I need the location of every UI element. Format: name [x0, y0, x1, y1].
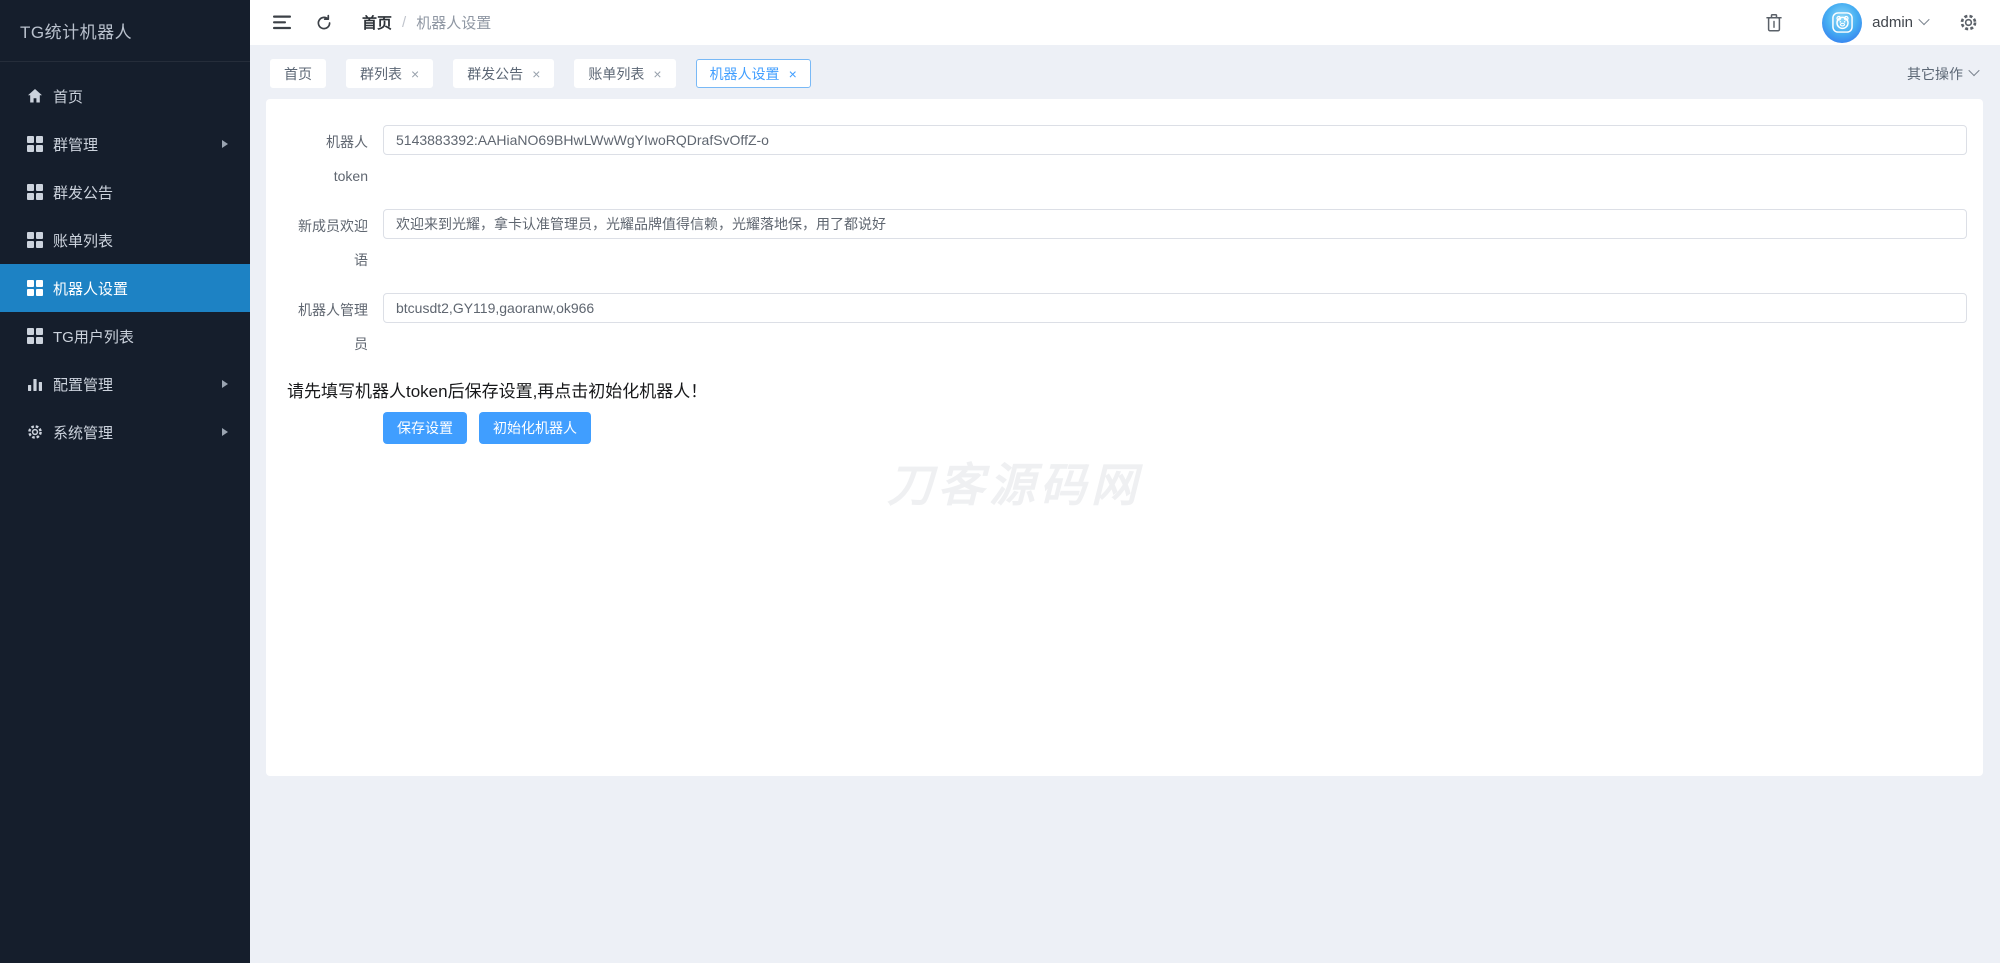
arrow-right-icon [222, 428, 228, 436]
more-actions-dropdown[interactable]: 其它操作 [1907, 59, 1978, 88]
grid-icon [27, 280, 43, 296]
sidebar-item-broadcast[interactable]: 群发公告 [0, 168, 250, 216]
content-card: 机器人 token 新成员欢迎 语 机器人管理 员 请先填写机器人token后保… [266, 99, 1983, 776]
grid-icon [27, 136, 43, 152]
tab-broadcast[interactable]: 群发公告 × [453, 59, 554, 88]
setup-notice-text: 请先填写机器人token后保存设置,再点击初始化机器人！ [287, 377, 1983, 402]
sidebar-item-label: 账单列表 [53, 230, 113, 251]
chevron-down-icon[interactable] [1918, 14, 1929, 25]
grid-icon [27, 184, 43, 200]
sidebar-item-config-manage[interactable]: 配置管理 [0, 360, 250, 408]
welcome-input[interactable] [383, 209, 1967, 239]
app-root: TG统计机器人 首页 群管理 群发公告 [0, 0, 2000, 963]
init-robot-button[interactable]: 初始化机器人 [479, 412, 591, 444]
arrow-right-icon [222, 140, 228, 148]
sidebar-menu: 首页 群管理 群发公告 账单列表 [0, 62, 250, 456]
form-row-token: 机器人 token [266, 125, 1983, 193]
token-input[interactable] [383, 125, 1967, 155]
sidebar-item-group-manage[interactable]: 群管理 [0, 120, 250, 168]
sidebar-item-home[interactable]: 首页 [0, 72, 250, 120]
save-settings-button[interactable]: 保存设置 [383, 412, 467, 444]
tab-label: 首页 [284, 64, 312, 84]
close-icon[interactable]: × [532, 67, 540, 81]
form-row-welcome: 新成员欢迎 语 [266, 209, 1983, 277]
more-actions-label: 其它操作 [1907, 64, 1963, 84]
sidebar-item-label: 配置管理 [53, 374, 113, 395]
top-header: 首页 / 机器人设置 admin [250, 0, 2000, 45]
admins-input[interactable] [383, 293, 1967, 323]
sidebar-item-robot-settings[interactable]: 机器人设置 [0, 264, 250, 312]
tab-bills[interactable]: 账单列表 × [574, 59, 675, 88]
bar-chart-icon [27, 376, 43, 392]
grid-icon [27, 328, 43, 344]
tab-bar: 首页 群列表 × 群发公告 × 账单列表 × 机器人设置 × 其它操作 [250, 45, 2000, 99]
arrow-right-icon [222, 380, 228, 388]
sidebar-item-label: 群管理 [53, 134, 98, 155]
close-icon[interactable]: × [789, 67, 797, 81]
breadcrumb: 首页 / 机器人设置 [362, 12, 491, 33]
grid-icon [27, 232, 43, 248]
breadcrumb-current: 机器人设置 [416, 12, 491, 33]
tab-label: 群发公告 [467, 64, 523, 84]
form-row-admins: 机器人管理 员 [266, 293, 1983, 361]
sidebar-item-label: 群发公告 [53, 182, 113, 203]
refresh-icon[interactable] [310, 9, 338, 37]
breadcrumb-home[interactable]: 首页 [362, 12, 392, 33]
sidebar: TG统计机器人 首页 群管理 群发公告 [0, 0, 250, 963]
breadcrumb-separator: / [402, 14, 406, 31]
close-icon[interactable]: × [653, 67, 661, 81]
tab-group-list[interactable]: 群列表 × [346, 59, 433, 88]
hamburger-menu-icon[interactable] [268, 9, 296, 37]
header-actions: admin [1760, 3, 1982, 43]
sidebar-item-bills[interactable]: 账单列表 [0, 216, 250, 264]
sidebar-item-tg-users[interactable]: TG用户列表 [0, 312, 250, 360]
admins-field-label: 机器人管理 员 [266, 293, 383, 361]
tab-home[interactable]: 首页 [270, 59, 326, 88]
form-buttons: 保存设置 初始化机器人 [383, 412, 1983, 444]
home-icon [27, 88, 43, 104]
trash-icon[interactable] [1760, 9, 1788, 37]
watermark-text: 刀客源码网 [887, 449, 1142, 515]
chevron-down-icon [1968, 65, 1979, 76]
welcome-field-label: 新成员欢迎 语 [266, 209, 383, 277]
tab-label: 机器人设置 [710, 64, 780, 84]
sidebar-item-label: 机器人设置 [53, 278, 128, 299]
app-title: TG统计机器人 [0, 0, 250, 62]
settings-gear-icon[interactable] [1954, 9, 1982, 37]
gear-icon [27, 424, 43, 440]
tab-robot-settings[interactable]: 机器人设置 × [696, 59, 811, 88]
sidebar-item-label: TG用户列表 [53, 326, 134, 347]
tab-label: 群列表 [360, 64, 402, 84]
tab-label: 账单列表 [588, 64, 644, 84]
token-field-label: 机器人 token [266, 125, 383, 193]
username[interactable]: admin [1872, 14, 1913, 31]
close-icon[interactable]: × [411, 67, 419, 81]
sidebar-item-system-manage[interactable]: 系统管理 [0, 408, 250, 456]
user-avatar[interactable] [1822, 3, 1862, 43]
sidebar-item-label: 系统管理 [53, 422, 113, 443]
sidebar-item-label: 首页 [53, 86, 83, 107]
